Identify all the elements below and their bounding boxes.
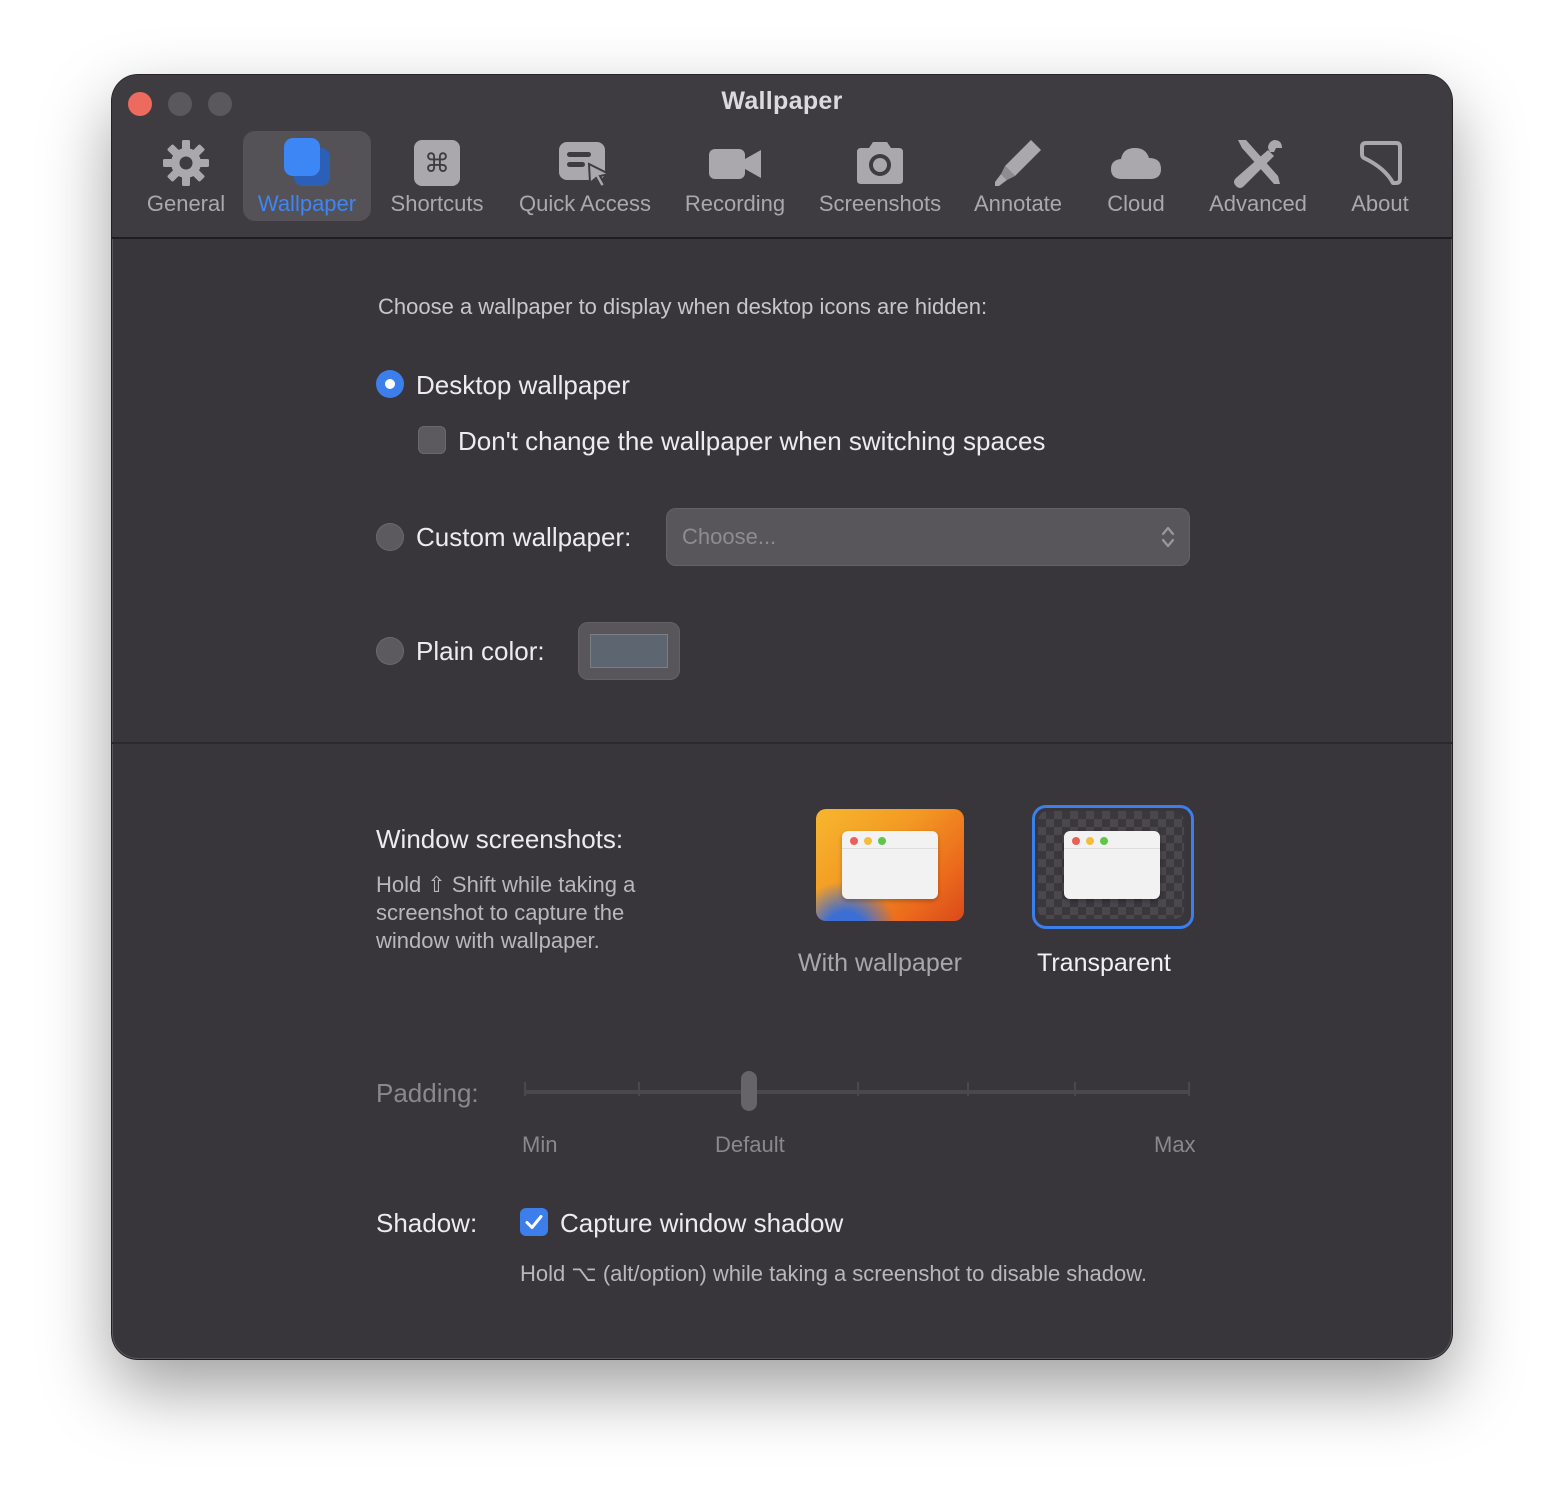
- window-preview: [1064, 831, 1160, 899]
- toolbar: Wallpaper General Wallpaper ⌘ Shortcuts …: [112, 75, 1452, 239]
- tab-shortcuts[interactable]: ⌘ Shortcuts: [383, 131, 491, 221]
- highlighter-icon: [988, 135, 1048, 191]
- gear-icon: [156, 135, 216, 191]
- camera-icon: [850, 135, 910, 191]
- shadow-label: Shadow:: [376, 1208, 478, 1238]
- tab-label: Recording: [684, 191, 786, 216]
- padding-max-label: Max: [1154, 1132, 1196, 1157]
- with-wallpaper-thumbnail[interactable]: [816, 809, 964, 921]
- tab-screenshots[interactable]: Screenshots: [812, 131, 948, 221]
- tab-label: Quick Access: [518, 191, 652, 216]
- window-preview: [842, 831, 938, 899]
- slider-tick: [638, 1082, 640, 1096]
- window-screenshots-title: Window screenshots:: [376, 824, 624, 854]
- padding-min-label: Min: [522, 1132, 558, 1157]
- plain-color-label: Plain color:: [416, 636, 545, 666]
- tab-annotate[interactable]: Annotate: [968, 131, 1068, 221]
- tab-label: Annotate: [973, 191, 1063, 216]
- with-wallpaper-label: With wallpaper: [798, 949, 962, 977]
- custom-wallpaper-radio[interactable]: [376, 523, 404, 551]
- svg-text:⌘: ⌘: [424, 149, 450, 179]
- tab-label: Cloud: [1107, 191, 1165, 216]
- tab-advanced[interactable]: Advanced: [1202, 131, 1314, 221]
- padding-slider-knob[interactable]: [741, 1071, 757, 1111]
- plain-color-radio[interactable]: [376, 637, 404, 665]
- padding-label: Padding:: [376, 1078, 479, 1108]
- capture-shadow-label: Capture window shadow: [560, 1208, 844, 1238]
- tab-label: Wallpaper: [257, 191, 357, 216]
- video-camera-icon: [705, 135, 765, 191]
- checkmark-icon: [525, 1215, 543, 1229]
- about-icon: [1350, 135, 1410, 191]
- wallpaper-settings-pane: Choose a wallpaper to display when deskt…: [112, 239, 1452, 1359]
- tab-label: Screenshots: [818, 191, 942, 216]
- chevron-up-down-icon: [1160, 523, 1176, 556]
- tab-recording[interactable]: Recording: [679, 131, 791, 221]
- tab-about[interactable]: About: [1340, 131, 1420, 221]
- desktop-wallpaper-radio[interactable]: [376, 370, 404, 398]
- tab-label: Advanced: [1209, 191, 1307, 216]
- transparent-thumbnail[interactable]: [1038, 811, 1184, 919]
- dont-change-wallpaper-checkbox[interactable]: [418, 426, 446, 454]
- custom-wallpaper-label: Custom wallpaper:: [416, 522, 632, 552]
- tab-label: General: [146, 191, 226, 216]
- transparent-label: Transparent: [1037, 949, 1171, 977]
- slider-tick: [1074, 1082, 1076, 1096]
- wallpaper-icon: [277, 135, 337, 191]
- tab-wallpaper[interactable]: Wallpaper: [243, 131, 371, 221]
- slider-tick: [1188, 1082, 1190, 1096]
- tab-label: About: [1351, 191, 1409, 216]
- plain-color-well[interactable]: [578, 622, 680, 680]
- window-title: Wallpaper: [721, 87, 843, 115]
- quick-access-icon: [555, 135, 615, 191]
- padding-default-label: Default: [715, 1132, 785, 1157]
- shadow-hint: Hold ⌥ (alt/option) while taking a scree…: [520, 1261, 1148, 1286]
- color-swatch: [590, 634, 668, 668]
- custom-wallpaper-select[interactable]: Choose...: [666, 508, 1190, 566]
- tab-cloud[interactable]: Cloud: [1096, 131, 1176, 221]
- dont-change-wallpaper-label: Don't change the wallpaper when switchin…: [458, 426, 1046, 456]
- command-key-icon: ⌘: [407, 135, 467, 191]
- slider-tick: [857, 1082, 859, 1096]
- cloud-icon: [1106, 135, 1166, 191]
- tab-label: Shortcuts: [390, 191, 484, 216]
- section-divider: [112, 742, 1452, 744]
- intro-text: Choose a wallpaper to display when deskt…: [378, 294, 988, 319]
- desktop-wallpaper-label: Desktop wallpaper: [416, 370, 630, 400]
- preferences-window: Wallpaper General Wallpaper ⌘ Shortcuts …: [112, 75, 1452, 1359]
- tools-icon: [1228, 135, 1288, 191]
- custom-wallpaper-placeholder: Choose...: [682, 524, 777, 549]
- slider-tick: [967, 1082, 969, 1096]
- window-screenshots-description: Hold ⇧ Shift while taking a screenshot t…: [376, 872, 636, 953]
- tab-quick-access[interactable]: Quick Access: [511, 131, 659, 221]
- slider-tick: [524, 1082, 526, 1096]
- tab-general[interactable]: General: [142, 131, 230, 221]
- capture-shadow-checkbox[interactable]: [520, 1208, 548, 1236]
